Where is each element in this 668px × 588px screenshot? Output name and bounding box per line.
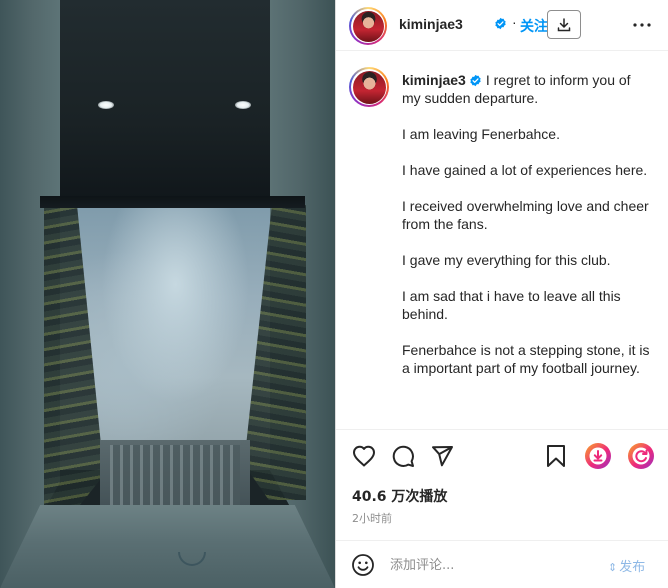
caption-paragraph: I am leaving Fenerbahce. <box>402 126 560 142</box>
more-options-icon <box>633 23 651 27</box>
avatar[interactable] <box>349 7 387 45</box>
emoji-icon[interactable] <box>351 553 375 577</box>
save-button[interactable] <box>543 443 569 469</box>
tunnel-floor <box>0 505 335 588</box>
download-extension-icon <box>585 443 611 469</box>
like-button[interactable] <box>351 443 377 469</box>
header-username[interactable]: kiminjae3 <box>399 16 463 32</box>
comment-bar: ⇕发布 <box>336 541 668 588</box>
separator-dot: · <box>512 14 517 30</box>
ceiling-light <box>235 101 251 109</box>
post-side-panel: kiminjae3 · 关注 kiminjae3 I regret to inf… <box>336 0 668 588</box>
post-header: kiminjae3 · 关注 <box>336 0 668 50</box>
caption-username[interactable]: kiminjae3 <box>402 72 466 88</box>
post-comment-label: 发布 <box>619 560 646 575</box>
more-options-button[interactable] <box>632 16 652 34</box>
caption-paragraph: I received overwhelming love and cheer f… <box>402 198 649 232</box>
post-video[interactable] <box>0 0 335 588</box>
caption-paragraph: I have gained a lot of experiences here. <box>402 162 648 178</box>
tunnel-lintel <box>40 196 305 208</box>
heart-icon <box>353 445 375 467</box>
share-button[interactable] <box>429 443 455 469</box>
caption-paragraph: Fenerbahce is not a stepping stone, it i… <box>402 342 650 376</box>
comment-input[interactable] <box>390 553 600 577</box>
verified-badge-icon <box>470 74 481 87</box>
comment-button[interactable] <box>390 443 416 469</box>
avatar-image <box>352 70 386 104</box>
follow-button[interactable]: 关注 <box>520 16 548 36</box>
repost-extension-icon <box>628 443 654 469</box>
caption-text: kiminjae3 I regret to inform you of my s… <box>402 71 652 395</box>
caption-paragraph: I gave my everything for this club. <box>402 252 611 268</box>
caption-paragraph: kiminjae3 I regret to inform you of my s… <box>402 71 652 107</box>
action-bar <box>336 430 668 480</box>
download-button[interactable] <box>547 10 581 39</box>
caption-avatar[interactable] <box>349 67 389 107</box>
verified-badge-icon <box>495 17 506 30</box>
sort-arrows-icon: ⇕ <box>608 561 618 574</box>
comment-icon <box>392 445 414 467</box>
post-timestamp[interactable]: 2小时前 <box>352 510 392 526</box>
bookmark-icon <box>547 445 565 467</box>
avatar-image <box>352 10 384 42</box>
post-comment-button[interactable]: ⇕ 发布 <box>608 556 645 575</box>
view-count: 40.6 万次播放 <box>352 489 448 505</box>
caption-area: kiminjae3 I regret to inform you of my s… <box>336 51 668 429</box>
download-icon <box>557 17 571 31</box>
share-icon <box>432 446 453 467</box>
repost-extension-button[interactable] <box>627 442 655 470</box>
ceiling-light <box>98 101 114 109</box>
caption-paragraph: I am sad that i have to leave all this b… <box>402 288 621 322</box>
download-extension-button[interactable] <box>584 442 612 470</box>
